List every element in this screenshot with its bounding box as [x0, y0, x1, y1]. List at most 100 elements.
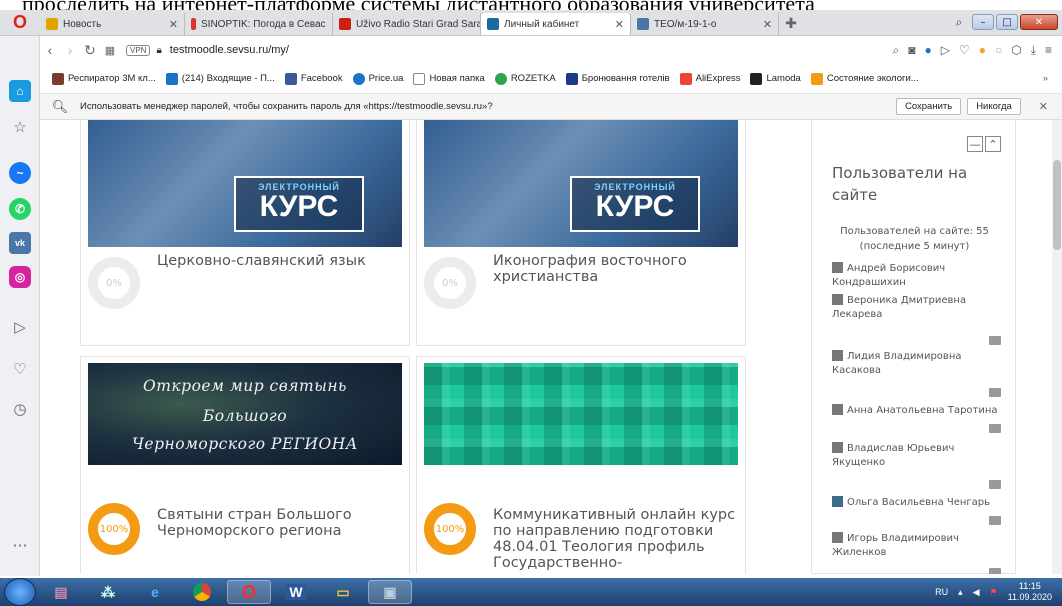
tab-radio[interactable]: Uživo Radio Stari Grad Sara ✕ [333, 13, 481, 35]
new-tab-icon[interactable]: ✚ [779, 13, 803, 35]
move-up-button[interactable]: ⌃ [985, 136, 1001, 152]
save-password-button[interactable]: Сохранить [895, 98, 962, 115]
bookmark-item[interactable]: ROZETKA [494, 72, 556, 85]
course-title[interactable]: Церковно-славянский язык [157, 253, 397, 269]
home-icon[interactable]: ⌂ [9, 80, 31, 102]
tab-search-icon[interactable]: ⌕ [948, 11, 970, 33]
progress-label: 0% [106, 277, 122, 289]
bookmark-label: Респиратор 3М кл... [68, 73, 156, 84]
flow-icon[interactable]: ▷ [9, 316, 31, 338]
course-title[interactable]: Иконография восточного христианства [493, 253, 733, 285]
language-indicator[interactable]: RU [935, 587, 948, 597]
volume-icon[interactable]: ◀︎ [973, 587, 980, 598]
vpn-shield-icon[interactable]: ● [924, 43, 931, 58]
bookmark-item[interactable]: Price.ua [352, 72, 403, 85]
course-card[interactable]: Откроем мир святынь Большого Черноморско… [80, 356, 410, 574]
download-icon[interactable]: ⤓ [1031, 43, 1036, 58]
close-icon[interactable]: ✕ [326, 18, 332, 31]
tab-personal-account[interactable]: Личный кабинет ✕ [481, 13, 631, 35]
url-field[interactable]: testmoodle.sevsu.ru/my/ [170, 44, 289, 56]
minimize-button[interactable]: – [972, 14, 994, 30]
extension-icon[interactable]: ○ [995, 43, 1002, 58]
course-title[interactable]: Коммуникативный онлайн курс по направлен… [493, 507, 741, 571]
online-user[interactable]: Андрей Борисович Кондрашихин [832, 262, 1002, 290]
online-user[interactable]: Анна Анатольевна Таротина [832, 404, 1002, 418]
tray-arrow-icon[interactable]: ▴ [958, 587, 963, 598]
course-image[interactable] [424, 363, 738, 465]
close-window-button[interactable]: ✕ [1020, 14, 1058, 30]
more-bookmarks-icon[interactable]: » [1043, 73, 1048, 84]
extension-icon[interactable]: ● [979, 43, 986, 58]
more-icon[interactable]: ⋯ [9, 534, 31, 556]
course-image[interactable]: Откроем мир святынь Большого Черноморско… [88, 363, 402, 465]
taskbar-window-icon[interactable]: ▣ [368, 580, 412, 604]
messenger-icon[interactable]: ~ [9, 162, 31, 184]
bookmark-item[interactable]: Новая папка [413, 72, 485, 85]
course-image[interactable]: ЭЛЕКТРОННЫЙ КУРС [88, 120, 402, 247]
online-user[interactable]: Ольга Васильевна Ченгарь [832, 496, 1002, 510]
never-button[interactable]: Никогда [967, 98, 1021, 115]
vpn-badge[interactable]: VPN [126, 44, 151, 56]
bookmark-item[interactable]: (214) Входящие - П... [165, 72, 275, 85]
star-icon[interactable]: ☆ [9, 116, 31, 138]
course-image[interactable]: ЭЛЕКТРОННЫЙ КУРС [424, 120, 738, 247]
cube-icon[interactable]: ⬡ [1011, 43, 1021, 58]
flag-icon[interactable]: ⚑ [990, 587, 998, 598]
menu-icon[interactable]: ≡ [1045, 43, 1052, 58]
opera-logo-icon[interactable]: O [0, 9, 40, 35]
online-user[interactable]: Владислав Юрьевич Якущенко [832, 442, 1002, 470]
forward-icon[interactable]: › [60, 42, 80, 58]
back-icon[interactable]: ‹ [40, 42, 60, 58]
close-icon[interactable]: ✕ [607, 18, 624, 31]
scrollbar-thumb[interactable] [1053, 160, 1061, 250]
search-icon[interactable]: ⌕ [892, 43, 899, 58]
tab-vk[interactable]: ТЕО/м-19-1-о ✕ [631, 13, 779, 35]
course-card[interactable]: 100% Коммуникативный онлайн курс по напр… [416, 356, 746, 574]
flow-icon[interactable]: ▷ [941, 43, 950, 58]
app-icon[interactable]: ⁂ [86, 580, 130, 604]
collapse-button[interactable]: — [967, 136, 983, 152]
online-user[interactable]: Игорь Владимирович Жиленков [832, 532, 1002, 560]
tab-news[interactable]: Новость ✕ [40, 13, 185, 35]
internet-explorer-icon[interactable]: e [133, 580, 177, 604]
message-icon[interactable] [989, 516, 1001, 525]
heart-icon[interactable]: ♡ [9, 358, 31, 380]
course-card[interactable]: ЭЛЕКТРОННЫЙ КУРС 0% Иконография восточно… [416, 120, 746, 346]
opera-icon[interactable]: O [227, 580, 271, 604]
bookmark-item[interactable]: Состояние экологи... [810, 72, 919, 85]
word-icon[interactable]: W [274, 580, 318, 604]
message-icon[interactable] [989, 424, 1001, 433]
online-user[interactable]: Вероника Дмитриевна Лекарева [832, 294, 1002, 322]
course-card[interactable]: ЭЛЕКТРОННЫЙ КУРС 0% Церковно-славянский … [80, 120, 410, 346]
maximize-button[interactable]: □ [996, 14, 1018, 30]
message-icon[interactable] [989, 388, 1001, 397]
bookmark-item[interactable]: Респиратор 3М кл... [52, 72, 156, 85]
reload-icon[interactable]: ↻ [80, 42, 100, 59]
tab-sinoptik[interactable]: SINOPTIK: Погода в Севас ✕ [185, 13, 333, 35]
vk-icon[interactable]: vk [9, 232, 31, 254]
heart-icon[interactable]: ♡ [959, 43, 970, 58]
bookmark-item[interactable]: Lamoda [750, 72, 801, 85]
instagram-icon[interactable]: ◎ [9, 266, 31, 288]
message-icon[interactable] [989, 568, 1001, 574]
whatsapp-icon[interactable]: ✆ [9, 198, 31, 220]
bookmark-item[interactable]: Facebook [284, 72, 343, 85]
close-icon[interactable]: ✕ [161, 18, 178, 31]
close-icon[interactable]: ✕ [755, 18, 772, 31]
online-user[interactable]: Лидия Владимировна Касакова [832, 350, 1002, 378]
message-icon[interactable] [989, 336, 1001, 345]
course-title[interactable]: Святыни стран Большого Черноморского рег… [157, 507, 397, 539]
page-scrollbar[interactable] [1052, 120, 1062, 574]
explorer-icon[interactable]: ▭ [321, 580, 365, 604]
speed-dial-icon[interactable]: ▦ [100, 44, 120, 57]
chrome-icon[interactable] [180, 580, 224, 604]
bookmark-item[interactable]: AliExpress [679, 72, 740, 85]
start-button[interactable] [4, 578, 36, 606]
close-icon[interactable]: ✕ [1039, 100, 1048, 113]
clock[interactable]: 11:15 11.09.2020 [1008, 581, 1052, 603]
winrar-icon[interactable]: ▤ [39, 580, 83, 604]
camera-icon[interactable]: ◙ [908, 43, 915, 58]
history-icon[interactable]: ◷ [9, 398, 31, 420]
message-icon[interactable] [989, 480, 1001, 489]
bookmark-item[interactable]: Бронювання готелів [565, 72, 670, 85]
